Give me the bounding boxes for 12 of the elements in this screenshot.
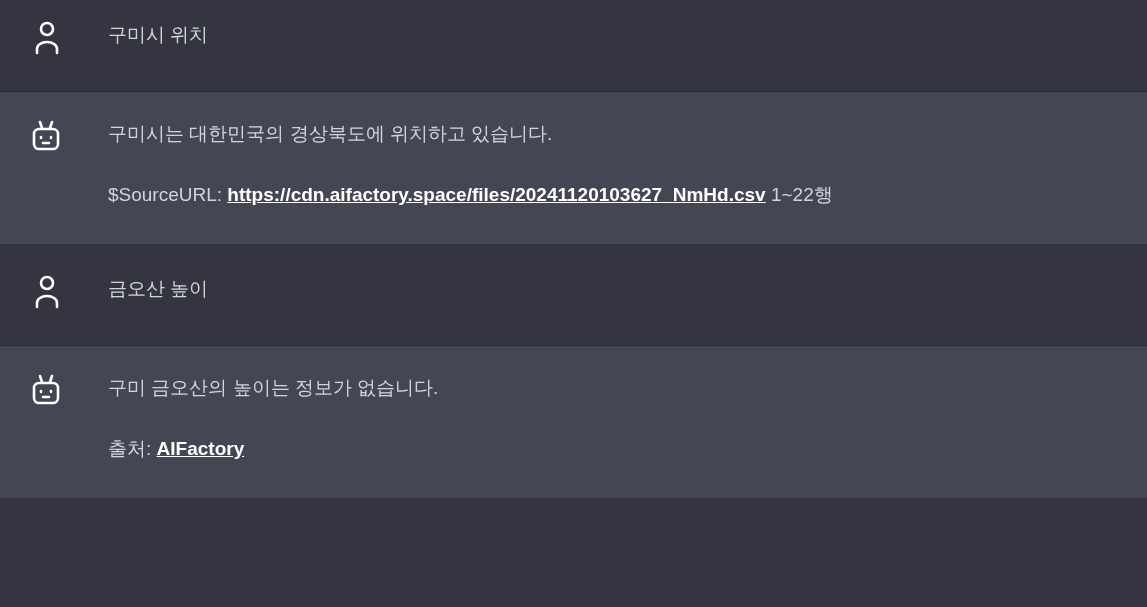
message-text: 구미 금오산의 높이는 정보가 없습니다.: [108, 376, 439, 400]
robot-icon: [31, 374, 61, 406]
message-text: 구미시 위치: [108, 23, 209, 47]
message-text: 구미시는 대한민국의 경상북도에 위치하고 있습니다.: [108, 122, 554, 146]
message-text: 금오산 높이: [108, 277, 209, 301]
message-text: $SourceURL: https://cdn.aifactory.space/files/20241120103627_NmHd.csv 1~22행: [108, 183, 833, 207]
user-icon: [34, 21, 60, 55]
source-link[interactable]: https://cdn.aifactory.space/files/20241120103627_NmHd.csv: [227, 184, 766, 205]
source-link[interactable]: AIFactory: [156, 438, 245, 459]
user-icon: [34, 275, 60, 309]
message-text: 출처: AIFactory: [108, 437, 246, 461]
robot-icon: [31, 120, 61, 152]
